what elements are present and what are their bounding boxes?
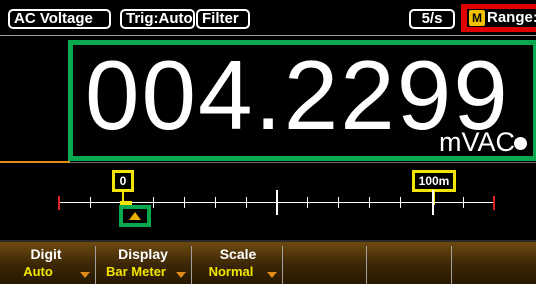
bar-meter-tick — [90, 197, 91, 208]
softkey-title: Digit — [30, 246, 62, 262]
bar-meter-tick — [246, 197, 247, 208]
manual-range-icon: M — [469, 10, 485, 26]
bar-meter-tick — [338, 197, 339, 208]
bar-meter: 0 100m — [0, 170, 536, 236]
bar-meter-tick — [215, 197, 216, 208]
softkey-value: Normal — [208, 264, 254, 279]
sample-rate-indicator: 5/s — [409, 9, 455, 29]
softkey-empty-5[interactable] — [368, 242, 448, 284]
bar-meter-tick — [400, 197, 401, 208]
softkey-bar: Digit Auto Display Bar Meter Scale Norma… — [0, 240, 536, 284]
softkey-title: Scale — [219, 246, 257, 262]
bar-meter-tick — [369, 197, 370, 208]
softkey-separator — [95, 246, 96, 284]
bar-meter-tick — [463, 197, 464, 208]
bar-meter-right-end — [493, 196, 495, 210]
function-indicator: AC Voltage — [8, 9, 111, 29]
softkey-title: Display — [118, 246, 168, 262]
chevron-down-icon — [267, 272, 277, 278]
bar-meter-tick — [153, 197, 154, 208]
range-indicator: MRange: 100mV — [461, 4, 536, 32]
reading-divider — [70, 162, 536, 163]
bar-meter-tick — [184, 197, 185, 208]
trigger-indicator: Trig:Auto — [120, 9, 195, 29]
softkey-separator — [451, 246, 452, 284]
bar-meter-left-end — [58, 196, 60, 210]
reading-divider-accent — [0, 161, 70, 163]
softkey-separator — [282, 246, 283, 284]
bar-meter-major-tick — [276, 190, 278, 215]
range-label: Range: 100mV — [487, 9, 536, 26]
reading-display: 004.2299 mVAC — [68, 40, 536, 161]
softkey-value: Auto — [23, 264, 53, 279]
chevron-down-icon — [176, 272, 186, 278]
bar-meter-pointer — [119, 205, 151, 227]
bar-meter-max-label: 100m — [412, 170, 456, 192]
softkey-separator — [191, 246, 192, 284]
status-bar: AC Voltage Trig:Auto Filter 5/s M Range: … — [0, 0, 536, 34]
filter-indicator: Filter — [196, 9, 250, 29]
softkey-digit[interactable]: Digit Auto — [0, 242, 92, 284]
chevron-down-icon — [80, 272, 90, 278]
softkey-display[interactable]: Display Bar Meter — [98, 242, 188, 284]
softkey-empty-6[interactable] — [453, 242, 536, 284]
softkey-empty-4[interactable] — [284, 242, 364, 284]
softkey-scale[interactable]: Scale Normal — [193, 242, 283, 284]
bar-meter-major-tick — [432, 190, 434, 215]
status-divider — [0, 35, 536, 36]
softkey-value: Bar Meter — [106, 264, 166, 279]
hold-dot-icon — [514, 137, 527, 150]
bar-meter-tick — [307, 197, 308, 208]
triangle-up-icon — [129, 212, 141, 220]
softkey-separator — [366, 246, 367, 284]
reading-unit: mVAC — [439, 127, 516, 157]
bar-meter-min-label: 0 — [112, 170, 134, 192]
